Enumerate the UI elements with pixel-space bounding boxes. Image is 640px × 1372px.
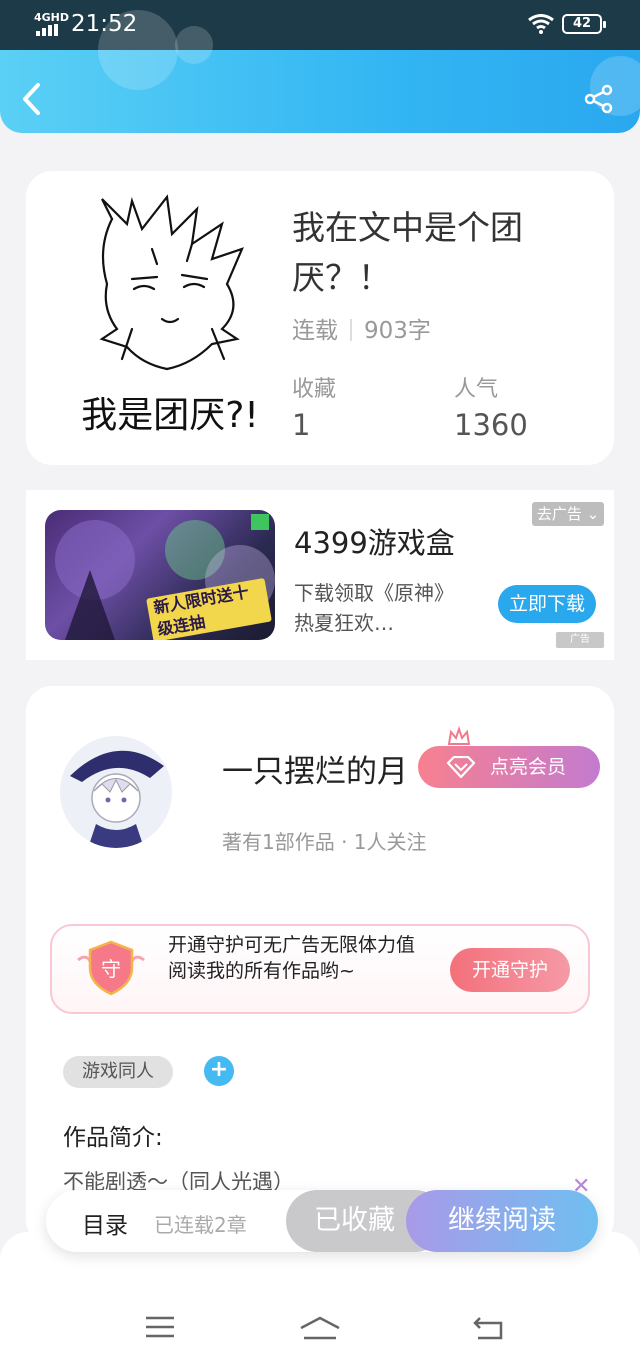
diamond-icon [446,756,476,778]
chapter-count: 已连载2章 [154,1213,247,1237]
ad-title[interactable]: 4399游戏盒 [294,520,455,562]
battery-icon: 42 [562,14,606,34]
word-count: 903字 [364,318,431,344]
author-avatar[interactable] [60,736,172,848]
remove-ad-label: 去广告 [536,505,582,523]
bottom-sheet [0,1232,640,1372]
toc-button[interactable]: 目录 [82,1206,128,1240]
back-icon[interactable] [20,82,44,116]
guard-banner: 守 开通守护可无广告无限体力值阅读我的所有作品哟~ 开通守护 [50,924,590,1014]
ad-description: 下载领取《原神》热夏狂欢… [294,581,454,635]
book-meta: 连载 903字 [292,311,431,345]
menu-icon[interactable] [144,1315,176,1339]
intro-label: 作品简介: [63,1125,163,1151]
vip-label: 点亮会员 [490,756,567,778]
status-bar: 4GHD 21:52 42 [0,0,640,50]
cover-handwriting: 我是团厌?! [81,395,259,436]
home-icon[interactable] [298,1315,342,1341]
crown-icon [447,726,471,745]
genre-tag[interactable]: 游戏同人 [63,1056,173,1088]
ad-mark: 广告 [556,632,604,648]
avatar-illustration [70,750,164,848]
favorites-label: 收藏 [292,377,337,402]
back-nav-icon[interactable] [472,1315,504,1341]
divider [350,319,352,341]
continue-reading-button[interactable]: 继续阅读 [406,1190,598,1252]
open-guard-button[interactable]: 开通守护 [450,948,570,992]
guard-description: 开通守护可无广告无限体力值阅读我的所有作品哟~ [168,934,416,982]
favorites-count: 1 [292,408,311,442]
activate-vip-button[interactable]: 点亮会员 [418,746,600,788]
ad-banner[interactable]: 新人限时送十级连抽 4399游戏盒 下载领取《原神》热夏狂欢… 去广告 ⌄ 立即… [26,490,614,660]
decor-bubble [98,10,178,90]
download-button[interactable]: 立即下载 [498,585,596,623]
reading-action-bar: 目录 已连载2章 已收藏 继续阅读 [46,1190,598,1252]
book-title: 我在文中是个团厌？！ [292,208,523,297]
remove-ad-button[interactable]: 去广告 ⌄ [532,502,604,526]
top-bar [0,10,640,133]
share-icon[interactable] [584,84,614,114]
author-card: 一只摆烂的月 点亮会员 著有1部作品 · 1人关注 守 开通守护可无广告无限体力… [26,686,614,1246]
guard-badge-text: 守 [101,957,121,981]
decor-bubble [175,26,213,64]
author-name[interactable]: 一只摆烂的月 [222,746,408,791]
book-cover-image[interactable]: 我是团厌?! [72,189,268,449]
network-type: 4GHD [34,11,70,24]
book-status: 连载 [292,318,338,344]
add-tag-button[interactable]: + [204,1056,234,1086]
popularity-count: 1360 [454,408,528,442]
book-info-card: 我是团厌?! 我在文中是个团厌？！ 连载 903字 收藏 1 人气 1360 [26,171,614,465]
guard-shield-icon: 守 [77,940,145,996]
popularity-label: 人气 [454,377,499,402]
signal-icon [36,24,62,36]
ad-image[interactable]: 新人限时送十级连抽 [45,510,275,640]
wifi-icon [528,14,554,34]
author-stats: 著有1部作品 · 1人关注 [222,830,427,854]
